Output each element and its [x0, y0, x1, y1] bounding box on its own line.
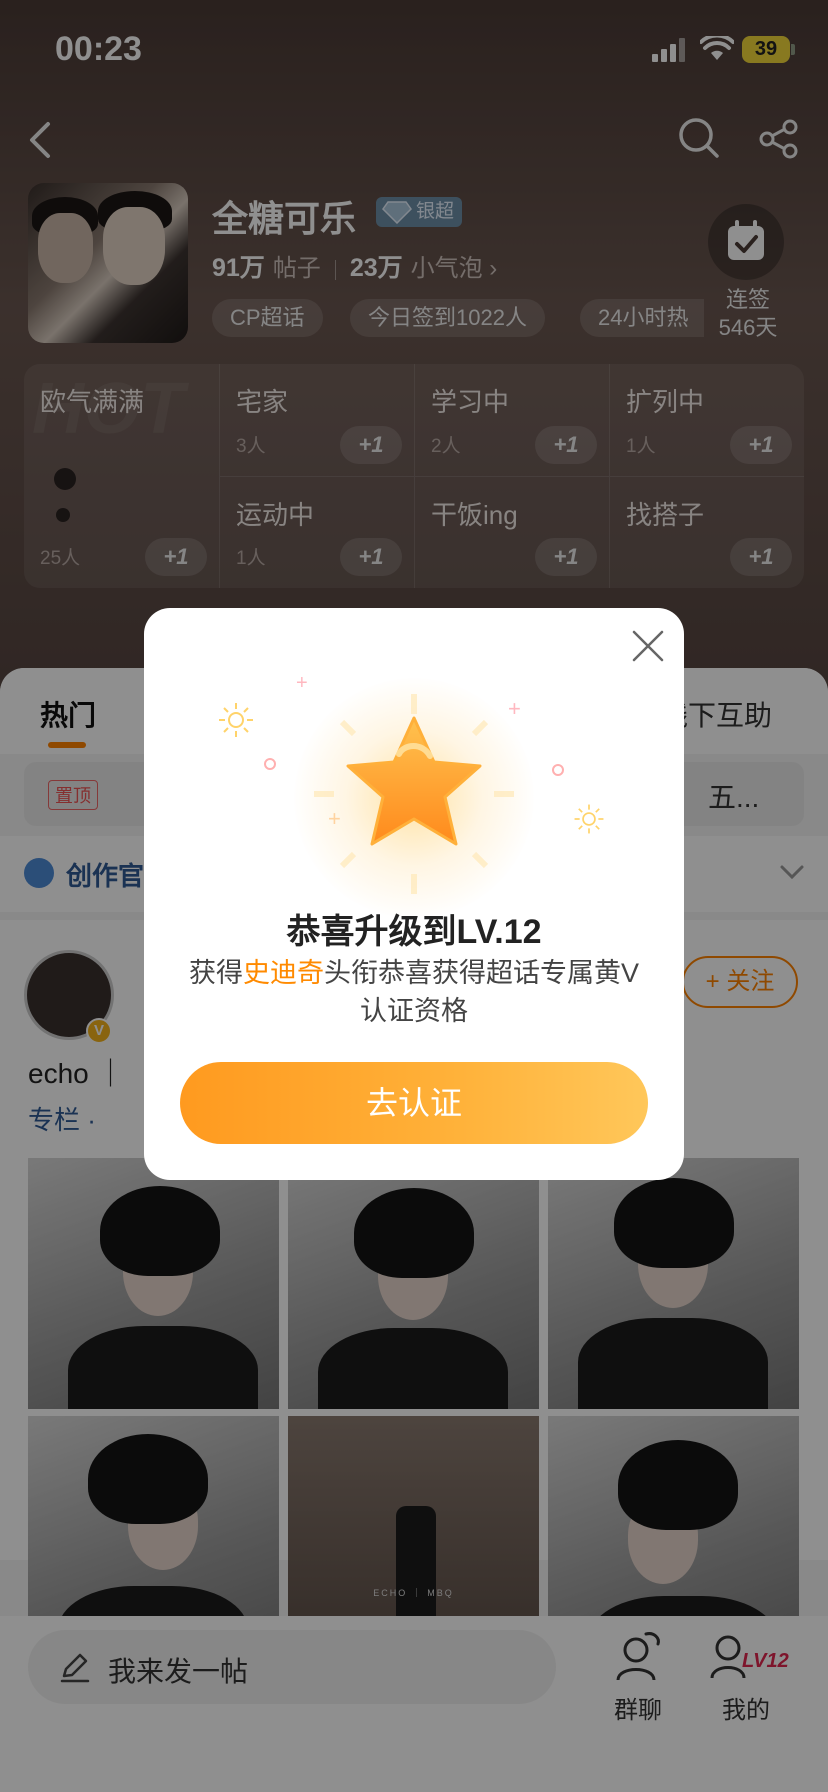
title-highlight: 史迪奇 [242, 958, 324, 988]
level-up-modal: + + + 恭喜升级到LV.12 获得史迪奇头衔恭喜获得超话专属黄V认证资格 去… [144, 608, 684, 1180]
sparkle-icon [219, 703, 253, 737]
plus-sparkle: + [296, 672, 308, 694]
verify-button[interactable]: 去认证 [180, 1062, 648, 1144]
dot-decoration [552, 764, 564, 776]
star-icon [314, 694, 514, 894]
desc-prefix: 获得 [188, 958, 243, 988]
dot-decoration [264, 758, 276, 770]
desc-suffix: 头衔恭喜获得超话专属黄V认证资格 [323, 958, 639, 1026]
close-icon[interactable] [630, 628, 666, 664]
modal-description: 获得史迪奇头衔恭喜获得超话专属黄V认证资格 [180, 954, 648, 1030]
sparkle-icon [574, 804, 604, 834]
plus-sparkle: + [328, 806, 341, 831]
plus-sparkle: + [508, 696, 521, 721]
modal-title: 恭喜升级到LV.12 [286, 913, 542, 951]
